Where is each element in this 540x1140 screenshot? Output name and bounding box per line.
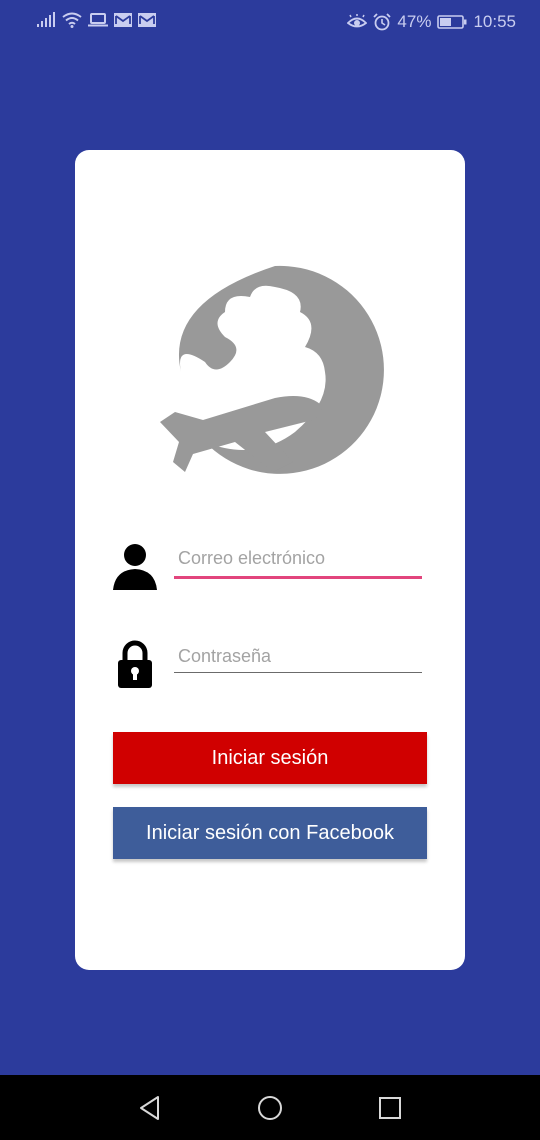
- email-field[interactable]: [174, 538, 424, 578]
- email-field-underline: [174, 576, 422, 579]
- signal-icon: [37, 12, 55, 27]
- recents-button[interactable]: [370, 1091, 410, 1125]
- back-icon: [140, 1096, 159, 1120]
- battery-icon: [437, 15, 467, 29]
- mail-icon: [114, 13, 132, 27]
- lock-icon: [118, 640, 152, 688]
- globe-airplane-icon: [160, 265, 384, 474]
- login-card: Iniciar sesión Iniciar sesión con Facebo…: [75, 150, 465, 970]
- status-left-icons: [36, 12, 156, 28]
- status-bar: 47% 10:55: [0, 0, 540, 46]
- password-field[interactable]: [174, 636, 424, 676]
- password-field-underline: [174, 672, 422, 673]
- back-button[interactable]: [130, 1091, 170, 1125]
- status-time: 10:55: [473, 12, 516, 31]
- eye-icon: [347, 14, 368, 28]
- wifi-icon: [62, 12, 82, 28]
- home-icon: [258, 1096, 282, 1120]
- mail-icon: [138, 13, 156, 27]
- facebook-login-button[interactable]: Iniciar sesión con Facebook: [113, 807, 427, 859]
- password-row: [111, 636, 424, 696]
- email-row: [111, 538, 424, 598]
- alarm-icon: [373, 13, 392, 31]
- status-right-icons: 47% 10:55: [347, 12, 516, 32]
- person-icon: [113, 544, 157, 590]
- home-button[interactable]: [250, 1091, 290, 1125]
- recents-icon: [379, 1097, 401, 1119]
- login-button[interactable]: Iniciar sesión: [113, 732, 427, 784]
- battery-percentage: 47%: [397, 12, 432, 31]
- laptop-icon: [88, 13, 108, 27]
- navigation-bar: [0, 1075, 540, 1140]
